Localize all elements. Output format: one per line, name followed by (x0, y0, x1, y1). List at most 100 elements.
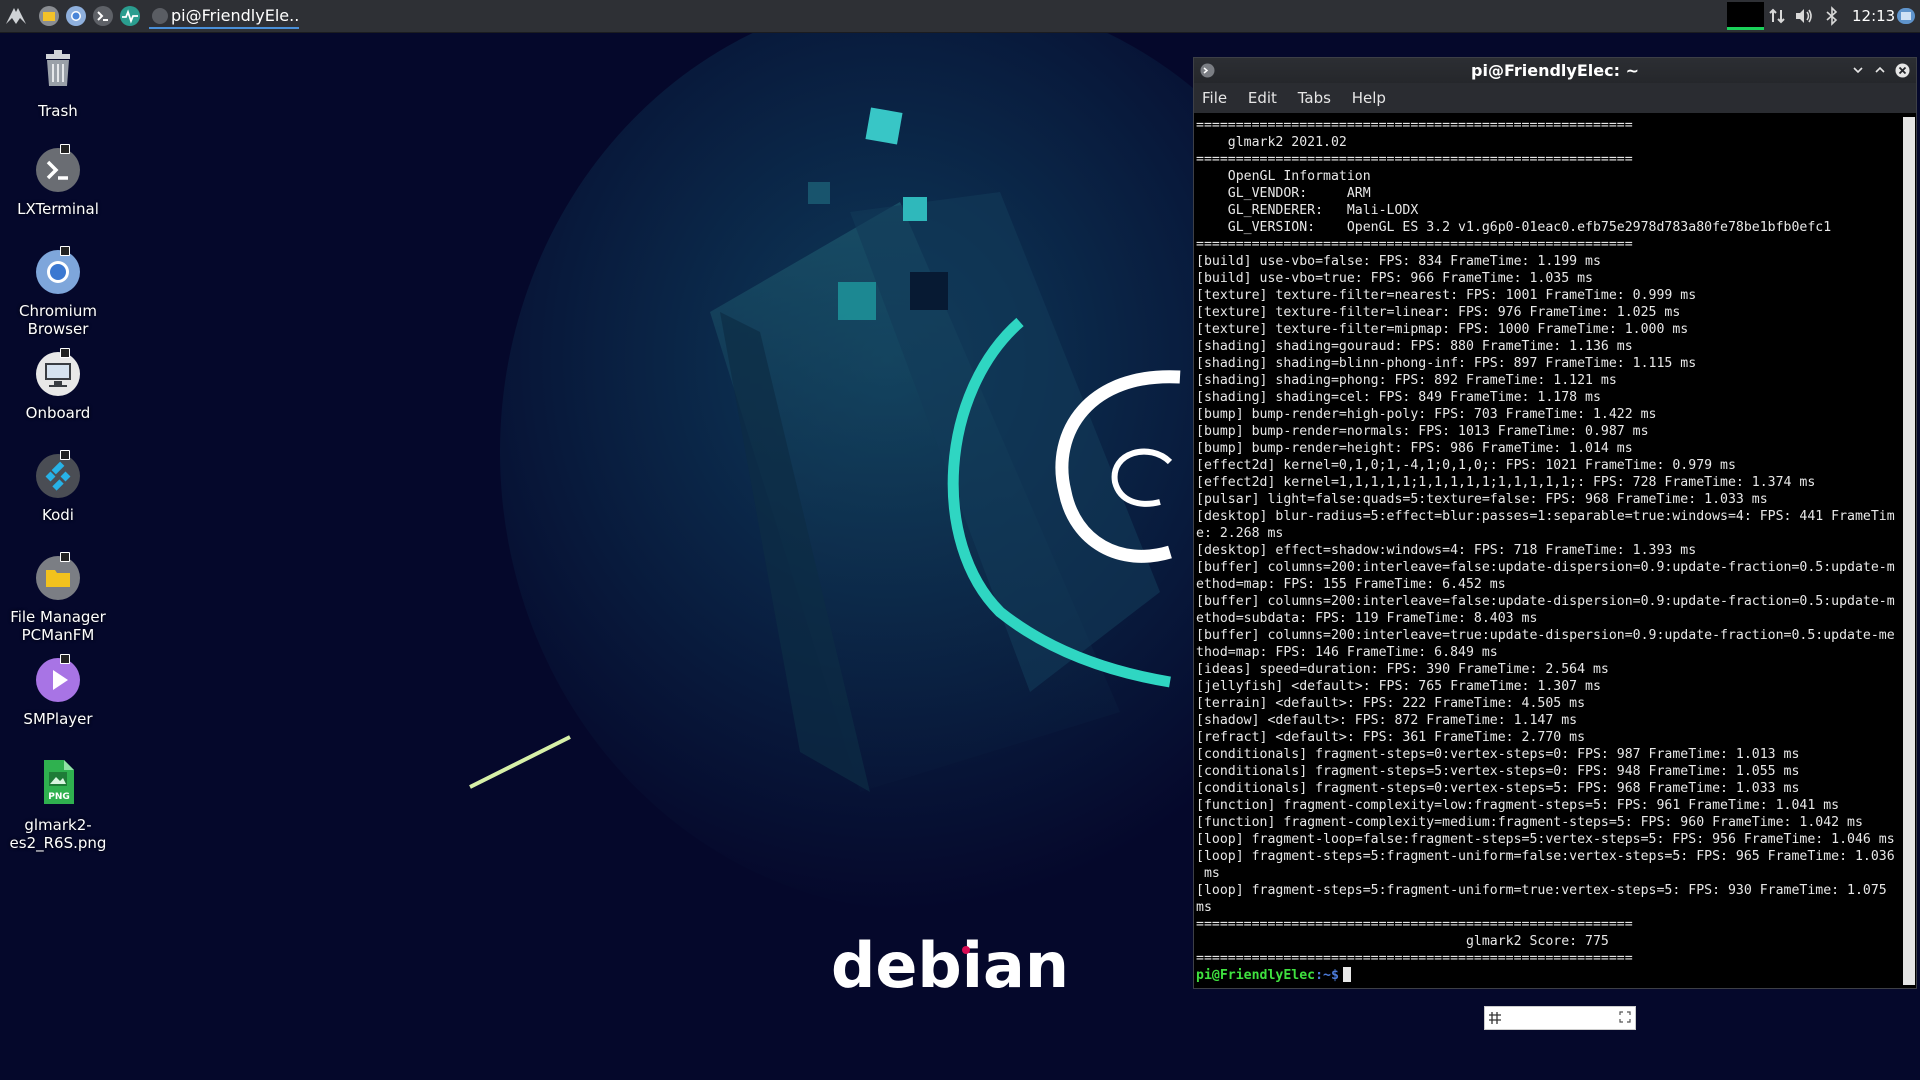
terminal-line: [buffer] columns=200:interleave=false:up… (1196, 560, 1895, 575)
terminal-line: GL_VENDOR: ARM (1196, 186, 1371, 201)
terminal-line: [ideas] speed=duration: FPS: 390 FrameTi… (1196, 662, 1609, 677)
desktop-icon-lxterminal[interactable]: LXTerminal (8, 144, 108, 218)
terminal-line: [shading] shading=phong: FPS: 892 FrameT… (1196, 373, 1617, 388)
terminal-menubar: File Edit Tabs Help (1194, 83, 1916, 113)
terminal-icon (152, 8, 168, 24)
desktop-icon-trash[interactable]: Trash (8, 44, 108, 120)
prompt-path: :~$ (1315, 968, 1339, 983)
terminal-line: [texture] texture-filter=mipmap: FPS: 10… (1196, 322, 1689, 337)
terminal-line: thod=map: FPS: 146 FrameTime: 6.849 ms (1196, 645, 1498, 660)
chromium-launcher-icon[interactable] (64, 4, 88, 28)
terminal-window[interactable]: pi@FriendlyElec: ~ File Edit Tabs Help =… (1193, 57, 1917, 989)
desktop-icon-chromium[interactable]: Chromium Browser (8, 246, 108, 338)
terminal-line: ========================================… (1196, 917, 1633, 932)
terminal-line: [desktop] blur-radius=5:effect=blur:pass… (1196, 509, 1895, 524)
taskbar-task-label: pi@FriendlyEle... (171, 6, 299, 25)
debian-logo-text: debian (831, 929, 1069, 1002)
terminal-line: [pulsar] light=false:quads=5:texture=fal… (1196, 492, 1768, 507)
terminal-line: GL_RENDERER: Mali-LODX (1196, 203, 1419, 218)
desktop-icon-label: Kodi (42, 506, 74, 524)
menu-edit[interactable]: Edit (1248, 89, 1277, 107)
desktop-icon-label: LXTerminal (17, 200, 99, 218)
play-icon (36, 658, 80, 702)
terminal-line: [loop] fragment-loop=false:fragment-step… (1196, 832, 1895, 847)
terminal-line: [loop] fragment-steps=5:fragment-uniform… (1196, 849, 1895, 864)
terminal-scrollbar[interactable] (1903, 117, 1915, 985)
terminal-line: OpenGL Information (1196, 169, 1371, 184)
terminal-line: [conditionals] fragment-steps=0:vertex-s… (1196, 781, 1800, 796)
bluetooth-icon[interactable] (1822, 6, 1842, 26)
terminal-line: glmark2 Score: 775 (1196, 934, 1609, 949)
terminal-line: [effect2d] kernel=1,1,1,1,1;1,1,1,1,1;1,… (1196, 475, 1816, 490)
terminal-line: [buffer] columns=200:interleave=false:up… (1196, 594, 1895, 609)
input-method-toolbar[interactable] (1484, 1006, 1636, 1030)
terminal-line: [bump] bump-render=normals: FPS: 1013 Fr… (1196, 424, 1649, 439)
svg-text:PNG: PNG (48, 792, 70, 802)
menu-help[interactable]: Help (1352, 89, 1386, 107)
terminal-line: [texture] texture-filter=nearest: FPS: 1… (1196, 288, 1697, 303)
desktop-icon-kodi[interactable]: Kodi (8, 450, 108, 524)
file-manager-launcher-icon[interactable] (37, 4, 61, 28)
terminal-line: [function] fragment-complexity=low:fragm… (1196, 798, 1840, 813)
keyboard-layout-icon[interactable] (1487, 1010, 1503, 1026)
terminal-line: [build] use-vbo=true: FPS: 966 FrameTime… (1196, 271, 1593, 286)
terminal-line: [desktop] effect=shadow:windows=4: FPS: … (1196, 543, 1697, 558)
desktop-icon-smplayer[interactable]: SMPlayer (8, 654, 108, 728)
task-manager-launcher-icon[interactable] (118, 4, 142, 28)
shortcut-arrow-icon (60, 450, 70, 460)
show-desktop-icon[interactable] (1896, 6, 1916, 26)
volume-icon[interactable] (1794, 6, 1814, 26)
taskbar: pi@FriendlyEle... 12:13 (0, 0, 1920, 33)
terminal-line: [effect2d] kernel=0,1,0;1,-4,1;0,1,0;: F… (1196, 458, 1736, 473)
terminal-prompt[interactable]: pi@FriendlyElec:~$ (1196, 967, 1896, 984)
window-titlebar[interactable]: pi@FriendlyElec: ~ (1194, 58, 1916, 83)
menu-file[interactable]: File (1202, 89, 1227, 107)
terminal-line: ms (1196, 866, 1220, 881)
shortcut-arrow-icon (60, 552, 70, 562)
terminal-line: ethod=subdata: FPS: 119 FrameTime: 8.403… (1196, 611, 1538, 626)
trash-icon (46, 50, 70, 86)
cpu-monitor-graph[interactable] (1727, 2, 1764, 30)
desktop-icon-label: Trash (38, 102, 78, 120)
terminal-line: e: 2.268 ms (1196, 526, 1284, 541)
expand-icon[interactable] (1618, 1010, 1632, 1024)
onboard-keyboard-icon (36, 352, 80, 396)
terminal-line: [shading] shading=gouraud: FPS: 880 Fram… (1196, 339, 1633, 354)
network-icon[interactable] (1767, 6, 1787, 26)
terminal-launcher-icon[interactable] (91, 4, 115, 28)
prompt-user: pi@FriendlyElec (1196, 968, 1316, 983)
terminal-line: [terrain] <default>: FPS: 222 FrameTime:… (1196, 696, 1586, 711)
terminal-line: ethod=map: FPS: 155 FrameTime: 6.452 ms (1196, 577, 1506, 592)
shortcut-arrow-icon (60, 144, 70, 154)
menu-logo-icon[interactable] (4, 4, 28, 28)
minimize-icon[interactable] (1852, 64, 1864, 76)
terminal-line: [conditionals] fragment-steps=0:vertex-s… (1196, 747, 1800, 762)
desktop-icon-onboard[interactable]: Onboard (8, 348, 108, 422)
terminal-line: ========================================… (1196, 152, 1633, 167)
maximize-icon[interactable] (1874, 64, 1886, 76)
desktop-icon-png-file[interactable]: PNG glmark2-es2_R6S.png (8, 758, 108, 852)
menu-tabs[interactable]: Tabs (1298, 89, 1331, 107)
desktop-icon-file-manager[interactable]: File Manager PCManFM (8, 552, 108, 644)
terminal-line: [jellyfish] <default>: FPS: 765 FrameTim… (1196, 679, 1601, 694)
png-file-icon: PNG (44, 760, 74, 804)
terminal-line: [build] use-vbo=false: FPS: 834 FrameTim… (1196, 254, 1601, 269)
terminal-line: ========================================… (1196, 951, 1633, 966)
terminal-line: [refract] <default>: FPS: 361 FrameTime:… (1196, 730, 1586, 745)
terminal-line: [buffer] columns=200:interleave=true:upd… (1196, 628, 1895, 643)
shortcut-arrow-icon (60, 654, 70, 664)
clock[interactable]: 12:13 (1852, 0, 1895, 32)
close-icon[interactable] (1895, 63, 1910, 78)
terminal-output[interactable]: ========================================… (1196, 117, 1896, 985)
taskbar-task-terminal[interactable]: pi@FriendlyEle... (149, 3, 299, 29)
terminal-line: ========================================… (1196, 118, 1633, 133)
terminal-line: [shadow] <default>: FPS: 872 FrameTime: … (1196, 713, 1578, 728)
terminal-line: [bump] bump-render=height: FPS: 986 Fram… (1196, 441, 1633, 456)
terminal-line: [shading] shading=cel: FPS: 849 FrameTim… (1196, 390, 1601, 405)
terminal-line: GL_VERSION: OpenGL ES 3.2 v1.g6p0-01eac0… (1196, 220, 1832, 235)
terminal-line: [loop] fragment-steps=5:fragment-uniform… (1196, 883, 1887, 898)
shortcut-arrow-icon (60, 348, 70, 358)
terminal-line: [bump] bump-render=high-poly: FPS: 703 F… (1196, 407, 1657, 422)
terminal-icon[interactable] (1200, 63, 1215, 78)
terminal-icon (36, 148, 80, 192)
